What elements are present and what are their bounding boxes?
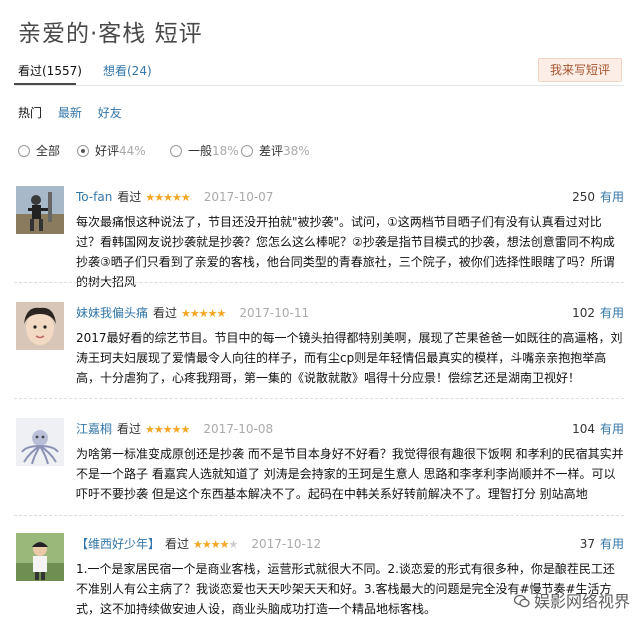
filter-label: 差评 bbox=[259, 144, 284, 158]
radio-icon[interactable] bbox=[18, 145, 30, 157]
star-rating: ★★★★★ bbox=[145, 191, 190, 204]
review-text: 每次最痛恨这种说法了，节目还没开拍就"被抄袭"。试问，①这两档节目晒子们有没有认… bbox=[76, 215, 615, 289]
review-text: 2017最好看的综艺节目。节目中的每一个镜头拍得都特别美啊，展现了芒果爸爸一如既… bbox=[76, 331, 623, 385]
username-link[interactable]: To-fan bbox=[76, 190, 112, 204]
divider bbox=[14, 515, 624, 516]
filter-label: 好评 bbox=[95, 144, 120, 158]
radio-icon[interactable] bbox=[241, 145, 253, 157]
divider bbox=[14, 282, 624, 283]
tab-want-to-watch[interactable]: 想看(24) bbox=[103, 62, 152, 79]
radio-selected-icon[interactable] bbox=[77, 145, 89, 157]
tab-watched[interactable]: 看过(1557) bbox=[18, 62, 82, 79]
filter-percent: 18% bbox=[212, 144, 239, 158]
watched-status: 看过 bbox=[117, 190, 142, 204]
watermark: 娱影网络视界 bbox=[513, 588, 630, 612]
sort-latest[interactable]: 最新 bbox=[58, 106, 82, 120]
filter-percent: 38% bbox=[283, 144, 310, 158]
filter-label: 一般 bbox=[188, 144, 213, 158]
page-title: 亲爱的·客栈 短评 bbox=[18, 21, 203, 47]
avatar[interactable] bbox=[16, 302, 64, 350]
username-link[interactable]: 妹妹我偏头痛 bbox=[76, 306, 148, 320]
avatar[interactable] bbox=[16, 418, 64, 466]
review-date: 2017-10-07 bbox=[203, 190, 274, 204]
vote-count: 250 bbox=[572, 190, 595, 204]
review-date: 2017-10-08 bbox=[203, 422, 274, 436]
vote-count: 102 bbox=[572, 306, 595, 320]
sort-friends[interactable]: 好友 bbox=[98, 106, 122, 120]
watermark-text: 娱影网络视界 bbox=[533, 592, 630, 611]
avatar[interactable] bbox=[16, 533, 64, 581]
filter-percent: 44% bbox=[119, 144, 146, 158]
sort-options: 热门 最新 好友 bbox=[18, 104, 134, 121]
vote-area: 250 有用 bbox=[572, 188, 624, 205]
write-review-button[interactable]: 我来写短评 bbox=[538, 58, 622, 82]
watched-status: 看过 bbox=[117, 422, 142, 436]
useful-button[interactable]: 有用 bbox=[600, 306, 624, 320]
divider bbox=[14, 398, 624, 399]
star-rating: ★★★★★ bbox=[181, 307, 226, 320]
username-link[interactable]: 【维西好少年】 bbox=[76, 537, 160, 551]
vote-area: 104 有用 bbox=[572, 420, 624, 437]
star-rating: ★★★★★ bbox=[193, 538, 238, 551]
vote-area: 37 有用 bbox=[580, 535, 624, 552]
vote-count: 104 bbox=[572, 422, 595, 436]
vote-count: 37 bbox=[579, 537, 595, 551]
tabs-divider bbox=[14, 85, 624, 86]
useful-button[interactable]: 有用 bbox=[600, 537, 624, 551]
useful-button[interactable]: 有用 bbox=[600, 190, 624, 204]
tab-bar: 看过(1557) 想看(24) 我来写短评 bbox=[0, 58, 640, 86]
avatar[interactable] bbox=[16, 186, 64, 234]
review-date: 2017-10-11 bbox=[239, 306, 310, 320]
sort-hot[interactable]: 热门 bbox=[18, 106, 42, 120]
filter-negative[interactable]: 差评38% bbox=[241, 142, 310, 159]
filter-all[interactable]: 全部 bbox=[18, 142, 60, 159]
radio-icon[interactable] bbox=[170, 145, 182, 157]
star-rating: ★★★★★ bbox=[145, 423, 190, 436]
wechat-icon bbox=[513, 594, 530, 608]
review-date: 2017-10-12 bbox=[251, 537, 322, 551]
filter-neutral[interactable]: 一般18% bbox=[170, 142, 239, 159]
review-text: 为啥第一标准变成原创还是抄袭 而不是节目本身好不好看？我觉得很有趣很下饭啊 和孝… bbox=[76, 447, 624, 501]
watched-status: 看过 bbox=[165, 537, 190, 551]
username-link[interactable]: 江嘉桐 bbox=[76, 422, 112, 436]
watched-status: 看过 bbox=[153, 306, 178, 320]
filter-label: 全部 bbox=[36, 144, 61, 158]
useful-button[interactable]: 有用 bbox=[600, 422, 624, 436]
filter-positive[interactable]: 好评44% bbox=[77, 142, 146, 159]
vote-area: 102 有用 bbox=[572, 304, 624, 321]
